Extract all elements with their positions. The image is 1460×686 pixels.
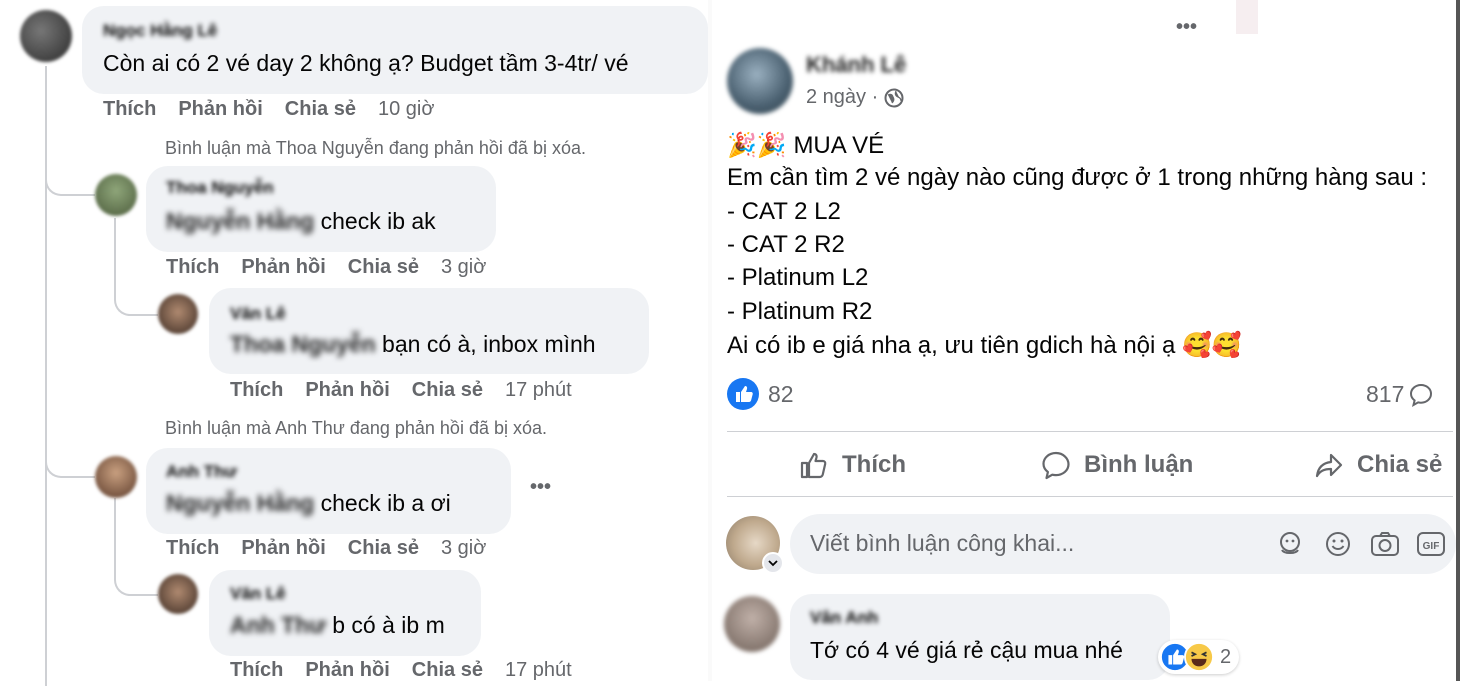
- reply-action[interactable]: Phản hồi: [305, 379, 389, 401]
- mention-link[interactable]: Anh Thư: [230, 612, 326, 638]
- comment-time[interactable]: 3 giờ: [441, 537, 486, 559]
- deleted-notice: Bình luận mà Anh Thư đang phản hồi đã bị…: [165, 418, 547, 438]
- comment-author[interactable]: Văn Lê: [230, 304, 286, 324]
- comment-count: 817: [1366, 381, 1405, 407]
- post-line: - CAT 2 L2: [727, 198, 841, 225]
- comment-summary[interactable]: 817: [1366, 381, 1434, 408]
- comment-text: Nguyễn Hằng check ib ak: [166, 208, 436, 234]
- reply-action[interactable]: Phản hồi: [241, 537, 325, 559]
- comment-author[interactable]: Anh Thư: [166, 462, 237, 482]
- share-action[interactable]: Chia sẻ: [348, 256, 419, 278]
- like-action[interactable]: Thích: [230, 659, 283, 681]
- comment-author[interactable]: Ngọc Hằng Lê: [103, 21, 217, 41]
- avatar[interactable]: [95, 456, 137, 498]
- share-button[interactable]: Chia sẻ: [1313, 442, 1442, 488]
- thumbs-up-icon: [800, 452, 827, 479]
- reply-action[interactable]: Phản hồi: [241, 256, 325, 278]
- comment-text: Tớ có 4 vé giá rẻ cậu mua nhé: [810, 637, 1123, 663]
- avatar[interactable]: [20, 10, 72, 62]
- like-button[interactable]: Thích: [798, 442, 906, 488]
- thread-connector: [45, 150, 95, 196]
- post-line: - Platinum R2: [727, 298, 873, 325]
- haha-reaction-icon: [1184, 642, 1214, 672]
- party-emoji: 🎉🎉: [727, 132, 787, 159]
- post-line: - Platinum L2: [727, 264, 869, 291]
- window-edge: [1456, 0, 1460, 681]
- gif-icon[interactable]: GIF: [1416, 530, 1446, 558]
- mention-link[interactable]: Nguyễn Hằng: [166, 208, 314, 234]
- comment-text: Anh Thư b có à ib m: [230, 612, 445, 638]
- avatar[interactable]: [95, 174, 137, 216]
- reaction-summary[interactable]: 82: [727, 378, 794, 410]
- camera-icon[interactable]: [1370, 530, 1400, 558]
- mention-link[interactable]: Thoa Nguyễn: [230, 331, 376, 357]
- post-time[interactable]: 2 ngày ·: [806, 86, 878, 109]
- comment-author[interactable]: Vân Anh: [810, 608, 878, 628]
- comment-reactions[interactable]: 2: [1158, 640, 1240, 674]
- globe-icon: [884, 88, 904, 107]
- like-action[interactable]: Thích: [103, 98, 156, 120]
- post-line: 🎉🎉 MUA VÉ: [727, 132, 885, 159]
- share-action[interactable]: Chia sẻ: [285, 98, 356, 120]
- post-author-avatar[interactable]: [727, 48, 793, 114]
- comment-text: Thoa Nguyễn bạn có à, inbox mình: [230, 331, 596, 357]
- comment-text: Còn ai có 2 vé day 2 không ạ? Budget tầm…: [103, 50, 629, 76]
- post-meta: 2 ngày ·: [806, 86, 904, 109]
- chevron-down-icon[interactable]: [762, 552, 784, 574]
- thread-connector: [45, 420, 95, 478]
- emoji-icon[interactable]: [1324, 530, 1352, 558]
- mention-link[interactable]: Nguyễn Hằng: [166, 490, 314, 516]
- post-author-name[interactable]: Khánh Lê: [806, 52, 906, 78]
- divider: [727, 431, 1453, 432]
- like-action[interactable]: Thích: [166, 537, 219, 559]
- comment-bubble-icon: [1410, 383, 1433, 407]
- deleted-notice: Bình luận mà Thoa Nguyễn đang phản hồi đ…: [165, 138, 586, 158]
- comment-actions: Thích Phản hồi Chia sẻ 17 phút: [230, 659, 594, 682]
- post-line: Em cần tìm 2 vé ngày nào cũng được ở 1 t…: [727, 164, 1428, 191]
- comment-text: Nguyễn Hằng check ib a ơi: [166, 490, 451, 516]
- share-action[interactable]: Chia sẻ: [412, 659, 483, 681]
- comment-actions: Thích Phản hồi Chia sẻ 10 giờ: [103, 98, 456, 121]
- love-face-emoji: 🥰🥰: [1182, 332, 1242, 359]
- share-arrow-icon: [1315, 453, 1343, 478]
- avatar-sticker-icon[interactable]: [1276, 530, 1304, 558]
- comment-actions: Thích Phản hồi Chia sẻ 3 giờ: [166, 256, 508, 279]
- reply-action[interactable]: Phản hồi: [305, 659, 389, 681]
- comment-time[interactable]: 17 phút: [505, 379, 572, 401]
- comment-author[interactable]: Thoa Nguyễn: [166, 178, 274, 198]
- like-reaction-icon: [727, 378, 759, 410]
- comment-actions: Thích Phản hồi Chia sẻ 17 phút: [230, 379, 594, 402]
- post-line: - CAT 2 R2: [727, 231, 845, 258]
- comment-time[interactable]: 10 giờ: [378, 98, 434, 120]
- comment-placeholder: Viết bình luận công khai...: [810, 530, 1075, 556]
- avatar[interactable]: [158, 294, 198, 334]
- reaction-count: 2: [1220, 645, 1232, 668]
- like-action[interactable]: Thích: [230, 379, 283, 401]
- comment-input[interactable]: Viết bình luận công khai... GIF: [790, 514, 1456, 574]
- divider: [727, 496, 1453, 497]
- share-action[interactable]: Chia sẻ: [412, 379, 483, 401]
- like-count: 82: [768, 380, 794, 407]
- post-line: Ai có ib e giá nha ạ, ưu tiên gdich hà n…: [727, 332, 1242, 359]
- comment-button[interactable]: Bình luận: [1040, 442, 1193, 488]
- panel-divider: [708, 0, 712, 681]
- comment-icon: [1042, 451, 1070, 480]
- scroll-strip: [1236, 0, 1258, 34]
- reply-action[interactable]: Phản hồi: [178, 98, 262, 120]
- more-options-icon[interactable]: •••: [530, 476, 551, 499]
- like-action[interactable]: Thích: [166, 256, 219, 278]
- thread-connector: [114, 280, 158, 316]
- comment-actions: Thích Phản hồi Chia sẻ 3 giờ: [166, 537, 508, 560]
- post-more-icon[interactable]: •••: [1176, 16, 1197, 39]
- svg-text:GIF: GIF: [1423, 541, 1440, 552]
- share-action[interactable]: Chia sẻ: [348, 537, 419, 559]
- comment-time[interactable]: 3 giờ: [441, 256, 486, 278]
- comment-author[interactable]: Văn Lê: [230, 584, 286, 604]
- comment-time[interactable]: 17 phút: [505, 659, 572, 681]
- avatar[interactable]: [724, 596, 780, 652]
- avatar[interactable]: [158, 574, 198, 614]
